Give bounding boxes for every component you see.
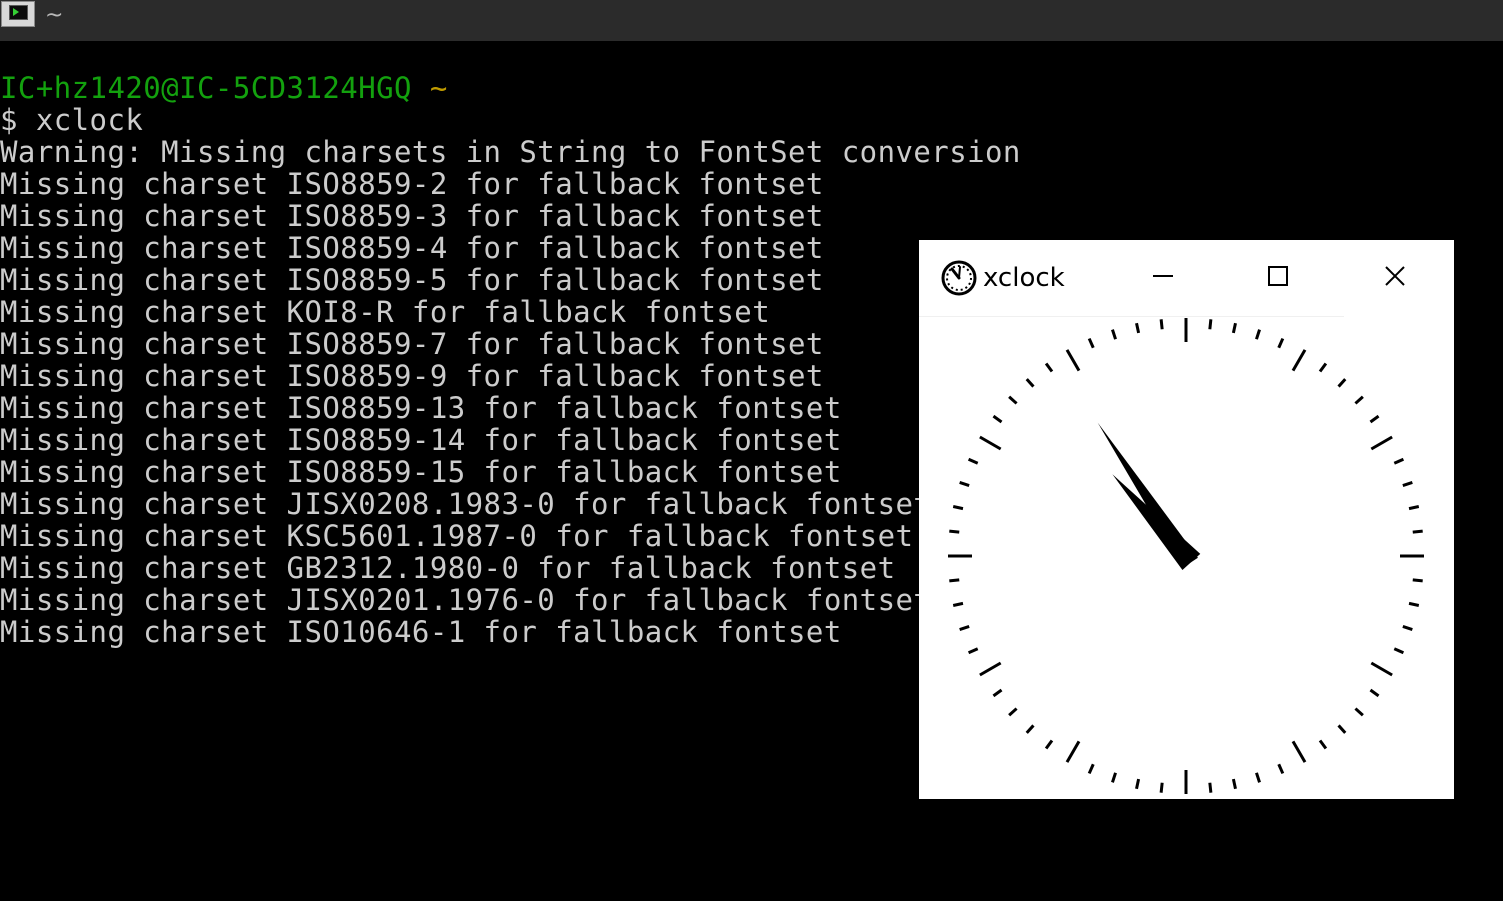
- clock-minute-tick: [1393, 647, 1405, 655]
- terminal-titlebar[interactable]: ~: [0, 0, 1503, 41]
- clock-hour-tick: [1065, 349, 1081, 372]
- clock-minute-tick: [1231, 778, 1237, 790]
- clock-minute-tick: [952, 505, 964, 511]
- prompt-user-host: IC+hz1420@IC-5CD3124HGQ: [0, 71, 412, 105]
- clock-hour-tick: [1065, 740, 1081, 763]
- clock-minute-tick: [949, 578, 960, 583]
- clock-minute-tick: [1369, 688, 1380, 698]
- clock-minute-tick: [1008, 395, 1018, 405]
- xclock-title: xclock: [983, 263, 1065, 293]
- clock-minute-tick: [1318, 362, 1328, 373]
- clock-minute-tick: [1402, 625, 1413, 631]
- clock-minute-tick: [1408, 505, 1420, 511]
- analog-clock-face: [948, 318, 1424, 794]
- clock-minute-tick: [1393, 457, 1405, 465]
- clock-hour-tick: [1370, 435, 1393, 451]
- clock-minute-tick: [1337, 378, 1347, 388]
- clock-minute-tick: [1412, 529, 1423, 534]
- command-line: $ xclock: [0, 103, 144, 137]
- xclock-titlebar[interactable]: xclock: [919, 240, 1454, 316]
- clock-minute-tick: [1408, 601, 1420, 607]
- clock-minute-tick: [992, 688, 1003, 698]
- clock-minute-tick: [1087, 763, 1095, 775]
- clock-minute-tick: [959, 625, 970, 631]
- clock-hour-tick: [1291, 740, 1307, 763]
- clock-minute-tick: [1255, 329, 1261, 340]
- minimize-button[interactable]: [1140, 254, 1186, 300]
- clock-minute-tick: [1135, 778, 1141, 790]
- clock-minute-tick: [1402, 481, 1413, 487]
- clock-minute-tick: [1087, 337, 1095, 349]
- clock-minute-tick: [967, 647, 979, 655]
- output-line: Missing charset ISO8859-3 for fallback f…: [0, 199, 824, 233]
- terminal-icon[interactable]: [1, 1, 35, 27]
- clock-minute-tick: [1044, 362, 1054, 373]
- clock-minute-tick: [1354, 707, 1364, 717]
- clock-minute-tick: [1025, 378, 1035, 388]
- prompt-line: IC+hz1420@IC-5CD3124HGQ ~: [0, 72, 1503, 104]
- clock-minute-tick: [952, 601, 964, 607]
- clock-minute-tick: [1044, 739, 1054, 750]
- output-line: Missing charset ISO8859-2 for fallback f…: [0, 167, 824, 201]
- clock-minute-tick: [1277, 337, 1285, 349]
- clock-hour-tick: [1291, 349, 1307, 372]
- clock-minute-tick: [967, 457, 979, 465]
- terminal-tab-title: ~: [45, 3, 64, 28]
- clock-minute-tick: [1369, 414, 1380, 424]
- clock-icon: [939, 258, 979, 298]
- clock-minute-tick: [1111, 772, 1117, 783]
- clock-minute-tick: [1337, 724, 1347, 734]
- clock-minute-tick: [1008, 707, 1018, 717]
- close-icon: [1385, 266, 1405, 286]
- clock-hour-tick: [1370, 661, 1393, 677]
- clock-minute-tick: [1318, 739, 1328, 750]
- clock-minute-tick: [1159, 319, 1164, 330]
- clock-minute-tick: [1025, 724, 1035, 734]
- prompt-path: ~: [429, 71, 448, 105]
- clock-minute-tick: [1277, 763, 1285, 775]
- clock-minute-tick: [1412, 578, 1423, 583]
- maximize-icon: [1268, 266, 1288, 286]
- clock-hour-hand: [1097, 422, 1198, 568]
- terminal-icon-screen: [9, 5, 28, 20]
- xclock-window[interactable]: xclock: [919, 240, 1454, 799]
- clock-minute-tick: [1354, 395, 1364, 405]
- clock-minute-tick: [1111, 329, 1117, 340]
- maximize-button[interactable]: [1255, 254, 1301, 300]
- clock-minute-tick: [1208, 782, 1213, 793]
- output-line: Warning: Missing charsets in String to F…: [0, 135, 1021, 169]
- clock-minute-tick: [1255, 772, 1261, 783]
- clock-minute-tick: [1231, 322, 1237, 334]
- clock-minute-tick: [1208, 319, 1213, 330]
- clock-minute-tick: [959, 481, 970, 487]
- clock-minute-tick: [1159, 782, 1164, 793]
- clock-hour-tick: [979, 661, 1002, 677]
- clock-minute-tick: [1135, 322, 1141, 334]
- clock-hour-tick: [979, 435, 1002, 451]
- close-button[interactable]: [1372, 254, 1418, 300]
- clock-minute-tick: [949, 529, 960, 534]
- minimize-icon: [1153, 275, 1173, 277]
- clock-minute-tick: [992, 414, 1003, 424]
